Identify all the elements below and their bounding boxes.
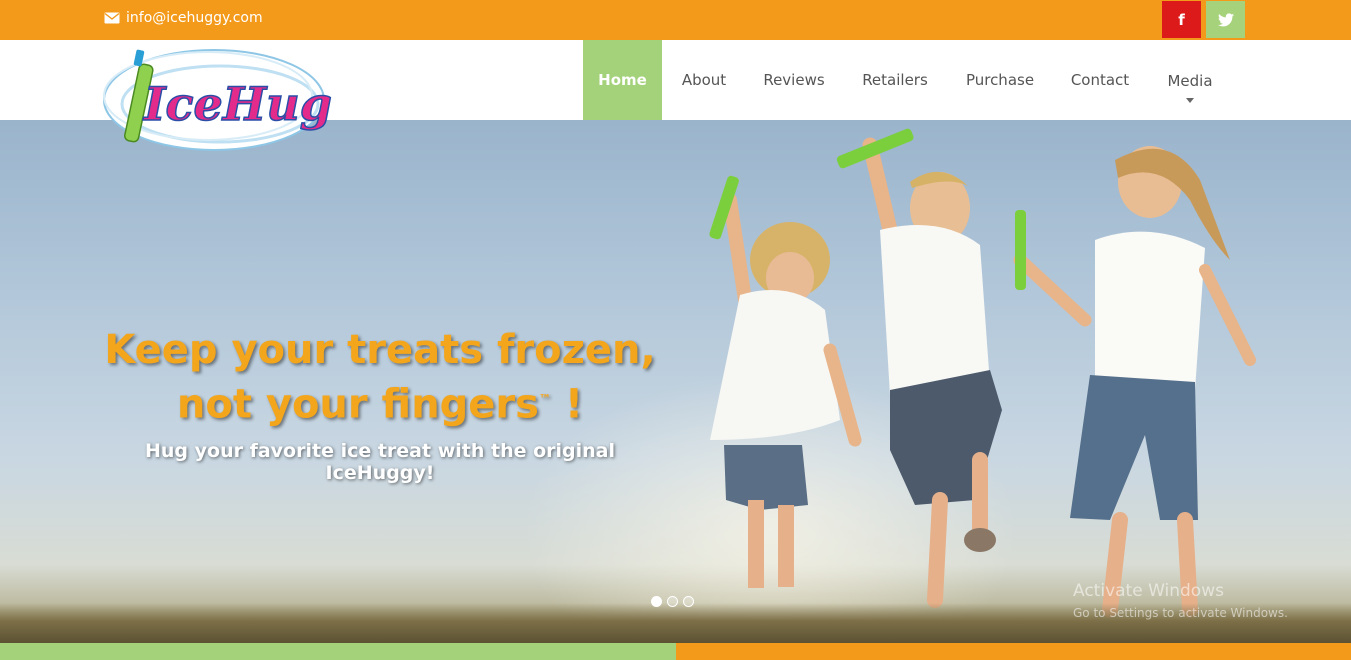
child-left <box>709 175 862 588</box>
nav-retailers[interactable]: Retailers <box>842 40 948 120</box>
headline-line1: Keep your treats frozen, <box>104 327 656 373</box>
nav-home[interactable]: Home <box>583 40 662 120</box>
bottom-stripe-green <box>0 643 676 660</box>
nav-reviews-label: Reviews <box>763 71 825 89</box>
bottom-stripe-orange <box>676 643 1351 660</box>
slider-dots <box>651 596 694 607</box>
trademark-symbol: ™ <box>538 392 551 406</box>
envelope-icon <box>104 12 120 24</box>
activate-windows-subtitle: Go to Settings to activate Windows. <box>1073 606 1288 620</box>
twitter-button[interactable] <box>1206 1 1245 38</box>
slider-dot-1[interactable] <box>651 596 662 607</box>
slider-dot-2[interactable] <box>667 596 678 607</box>
nav-retailers-label: Retailers <box>862 71 928 89</box>
site-logo[interactable]: IceHuggy <box>102 42 395 158</box>
nav-media[interactable]: Media <box>1148 40 1232 120</box>
nav-media-label: Media <box>1167 71 1213 90</box>
icehuggy-logo: IceHuggy <box>103 49 395 151</box>
hero-headline: Keep your treats frozen, not your finger… <box>100 326 660 429</box>
children-photo <box>709 128 1256 618</box>
contact-email[interactable]: info@icehuggy.com <box>104 10 263 26</box>
facebook-icon: f <box>1178 10 1185 29</box>
headline-end: ! <box>550 381 584 428</box>
headline-line2-text: not your fingers <box>176 381 539 428</box>
logo-text: IceHuggy <box>142 77 332 131</box>
child-right <box>1013 146 1256 618</box>
nav-reviews[interactable]: Reviews <box>746 40 842 120</box>
email-text[interactable]: info@icehuggy.com <box>126 10 263 26</box>
child-middle <box>836 128 1002 608</box>
hero-slider: Keep your treats frozen, not your finger… <box>0 120 1351 643</box>
nav-home-label: Home <box>598 71 647 89</box>
nav-purchase[interactable]: Purchase <box>948 40 1052 120</box>
twitter-icon <box>1217 12 1234 26</box>
activate-windows-title: Activate Windows <box>1073 581 1224 601</box>
nav-about-label: About <box>681 71 727 89</box>
nav-contact-label: Contact <box>1070 71 1130 89</box>
hero-subline: Hug your favorite ice treat with the ori… <box>144 440 616 484</box>
facebook-button[interactable]: f <box>1162 1 1201 38</box>
nav-contact[interactable]: Contact <box>1052 40 1148 120</box>
nav-about[interactable]: About <box>662 40 746 120</box>
caret-down-icon <box>1186 97 1194 103</box>
headline-line2: not your fingers™ ! <box>100 375 660 429</box>
top-bar: info@icehuggy.com f <box>0 0 1351 40</box>
nav-purchase-label: Purchase <box>965 71 1035 89</box>
slider-dot-3[interactable] <box>683 596 694 607</box>
